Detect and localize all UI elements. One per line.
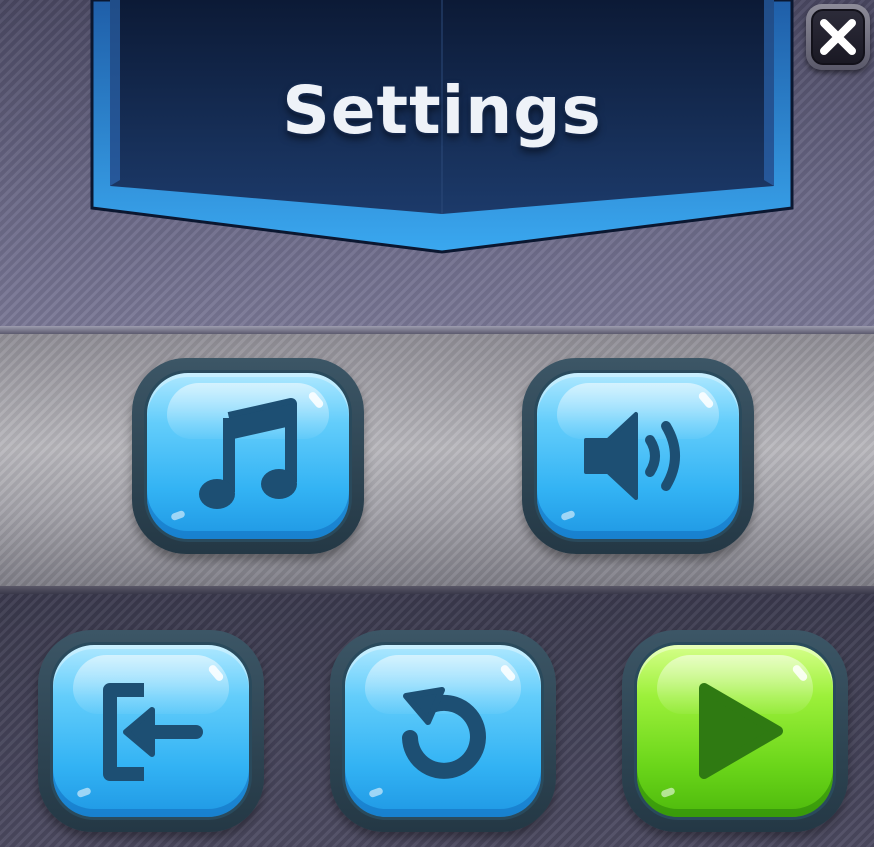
- music-toggle-button[interactable]: [132, 358, 364, 554]
- title-banner: Settings: [86, 0, 798, 262]
- close-button[interactable]: [806, 4, 870, 70]
- page-title: Settings: [282, 72, 602, 149]
- music-note-icon: [199, 398, 297, 509]
- close-icon: [811, 9, 865, 65]
- divider: [0, 326, 874, 334]
- sound-toggle-button[interactable]: [522, 358, 754, 554]
- divider: [0, 586, 874, 594]
- exit-button[interactable]: [38, 630, 264, 832]
- play-triangle-icon: [699, 683, 783, 779]
- restart-button[interactable]: [330, 630, 556, 832]
- exit-door-arrow-icon: [103, 683, 203, 781]
- settings-screen: Settings: [0, 0, 874, 847]
- restart-arrow-icon: [402, 687, 486, 779]
- speaker-volume-icon: [584, 412, 680, 500]
- play-button[interactable]: [622, 630, 848, 832]
